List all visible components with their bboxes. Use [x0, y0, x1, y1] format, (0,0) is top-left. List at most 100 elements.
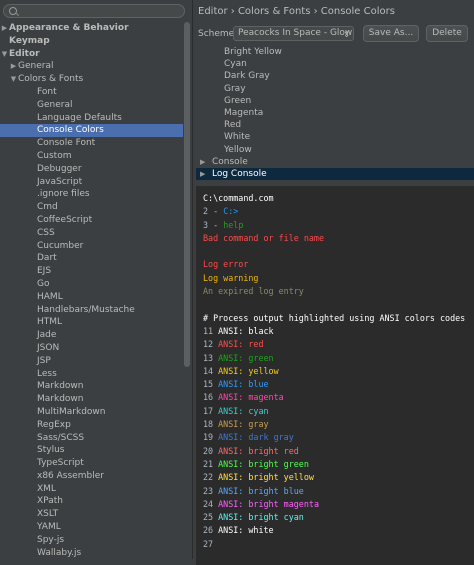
preview-text: cyan	[248, 405, 269, 416]
tree-item-label: Appearance & Behavior	[9, 23, 129, 33]
sidebar-scrollbar[interactable]	[184, 22, 190, 367]
tree-item[interactable]: Wallaby.js	[0, 547, 183, 560]
tree-item[interactable]: Console Colors	[0, 124, 183, 138]
tree-item[interactable]: EJS	[0, 265, 183, 278]
settings-content: Editor › Colors & Fonts › Console Colors…	[193, 0, 474, 565]
color-element-item[interactable]: Yellow	[196, 144, 474, 156]
tree-item-label: .ignore files	[37, 189, 90, 200]
tree-item[interactable]: Jade	[0, 329, 183, 342]
triangle-right-icon[interactable]: ▶	[0, 22, 9, 35]
line-number: 17	[203, 405, 214, 416]
tree-item[interactable]: Console Font	[0, 137, 183, 150]
triangle-right-icon[interactable]: ▶	[200, 168, 212, 180]
breadcrumb: Editor › Colors & Fonts › Console Colors	[198, 6, 395, 17]
preview-line: C:\command.com	[196, 192, 474, 205]
search-icon	[9, 7, 17, 15]
preview-line: 17 ANSI: cyan	[196, 405, 474, 418]
tree-item[interactable]: HAML	[0, 291, 183, 304]
color-element-item[interactable]: Red	[196, 119, 474, 131]
delete-button[interactable]: Delete	[426, 25, 468, 42]
tree-item[interactable]: Font	[0, 86, 183, 99]
tree-item[interactable]: XML	[0, 483, 183, 496]
tree-item[interactable]: Keymap	[0, 35, 183, 48]
tree-item-label: MultiMarkdown	[37, 406, 106, 417]
tree-item[interactable]: General	[0, 99, 183, 112]
line-number: 24	[203, 498, 214, 509]
tree-item-label: EJS	[37, 266, 52, 277]
preview-line: 16 ANSI: magenta	[196, 391, 474, 404]
tree-item[interactable]: MultiMarkdown	[0, 406, 183, 419]
tree-item[interactable]: Spy-js	[0, 534, 183, 547]
tree-item[interactable]: Handlebars/Mustache	[0, 304, 183, 317]
preview-text: ANSI:	[213, 472, 249, 483]
preview-line	[196, 298, 474, 311]
tree-item-label: Spy-js	[37, 534, 65, 545]
tree-item[interactable]: Markdown	[0, 393, 183, 406]
tree-item[interactable]: ▼ Editor	[0, 48, 183, 61]
tree-item[interactable]: XSLT	[0, 508, 183, 521]
preview-line: An expired log entry	[196, 285, 474, 298]
settings-search-input[interactable]	[3, 4, 185, 18]
color-element-item[interactable]: Cyan	[196, 58, 474, 70]
preview-text: C:\command.com	[203, 193, 274, 203]
tree-item-label: Font	[37, 86, 57, 97]
tree-item-label: XML	[37, 483, 56, 494]
preview-text: bright cyan	[248, 512, 304, 523]
preview-text: magenta	[248, 392, 284, 403]
tree-item[interactable]: .ignore files	[0, 188, 183, 201]
line-number: 13	[203, 352, 214, 363]
color-element-item[interactable]: White	[196, 131, 474, 143]
tree-item[interactable]: ▶ Appearance & Behavior	[0, 22, 183, 35]
triangle-right-icon[interactable]: ▶	[200, 156, 212, 168]
tree-item-label: CoffeeScript	[37, 214, 93, 225]
tree-item[interactable]: x86 Assembler	[0, 470, 183, 483]
tree-item[interactable]: TypeScript	[0, 457, 183, 470]
tree-item[interactable]: Language Defaults	[0, 112, 183, 125]
preview-text: red	[248, 339, 264, 350]
color-element-item[interactable]: ▶ Log Console	[196, 167, 474, 180]
tree-item[interactable]: Sass/SCSS	[0, 432, 183, 445]
line-number: 16	[203, 392, 214, 403]
tree-item[interactable]: JavaScript	[0, 176, 183, 189]
color-element-item[interactable]: Bright Yellow	[196, 46, 474, 58]
color-element-item[interactable]: Magenta	[196, 107, 474, 119]
tree-item[interactable]: Stylus	[0, 444, 183, 457]
chevron-updown-icon: ⇕	[343, 30, 350, 39]
tree-item[interactable]: Go	[0, 278, 183, 291]
color-element-item[interactable]: Gray	[196, 83, 474, 95]
tree-item[interactable]: ▼ Colors & Fonts	[0, 73, 183, 86]
tree-item[interactable]: CoffeeScript	[0, 214, 183, 227]
tree-item[interactable]: XPath	[0, 495, 183, 508]
tree-item[interactable]: HTML	[0, 316, 183, 329]
color-element-item[interactable]: ▶ Console	[196, 156, 474, 168]
tree-item[interactable]: JSON	[0, 342, 183, 355]
preview-text: ANSI:	[213, 419, 249, 430]
tree-item[interactable]: Debugger	[0, 163, 183, 176]
tree-item[interactable]: ▶ General	[0, 60, 183, 73]
save-as-button[interactable]: Save As...	[363, 25, 419, 42]
color-element-label: Gray	[224, 83, 246, 94]
tree-item[interactable]: RegExp	[0, 419, 183, 432]
tree-item[interactable]: JSP	[0, 355, 183, 368]
tree-item[interactable]: Dart	[0, 252, 183, 265]
triangle-down-icon[interactable]: ▼	[9, 73, 18, 86]
tree-item-label: Less	[37, 368, 57, 379]
tree-item[interactable]: Less	[0, 368, 183, 381]
tree-item[interactable]: YAML	[0, 521, 183, 534]
tree-item[interactable]: CSS	[0, 227, 183, 240]
tree-item-label: Markdown	[37, 394, 84, 405]
color-element-item[interactable]: Dark Gray	[196, 70, 474, 82]
tree-item[interactable]: Custom	[0, 150, 183, 163]
tree-item-label: Handlebars/Mustache	[37, 304, 135, 315]
tree-item[interactable]: Cmd	[0, 201, 183, 214]
tree-item[interactable]: Cucumber	[0, 240, 183, 253]
color-element-label: Red	[224, 120, 242, 131]
tree-item-label: RegExp	[37, 419, 71, 430]
triangle-right-icon[interactable]: ▶	[9, 60, 18, 73]
triangle-down-icon[interactable]: ▼	[0, 48, 9, 61]
scheme-dropdown[interactable]: Peacocks In Space - Glow ⇕	[233, 26, 354, 41]
line-number: 21	[203, 458, 214, 469]
preview-text: -	[208, 219, 224, 230]
color-element-item[interactable]: Green	[196, 95, 474, 107]
tree-item[interactable]: Markdown	[0, 380, 183, 393]
